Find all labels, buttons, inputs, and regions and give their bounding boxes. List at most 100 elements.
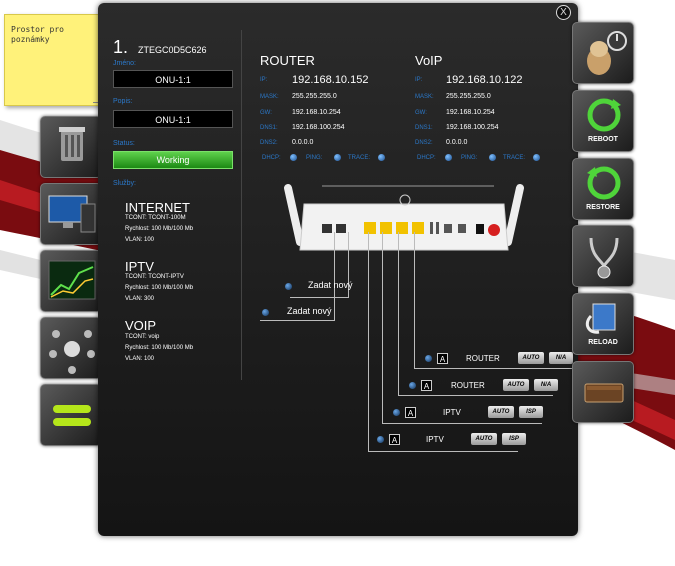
add-new-dot[interactable] bbox=[262, 309, 269, 316]
connection-line bbox=[260, 320, 335, 321]
port-row-dot[interactable] bbox=[409, 382, 416, 389]
port-row-dot[interactable] bbox=[425, 355, 432, 362]
name-field[interactable]: ONU-1:1 bbox=[113, 70, 233, 88]
stethoscope-icon bbox=[589, 237, 619, 279]
add-new-link[interactable]: Zadat nový bbox=[287, 306, 332, 316]
service-line: VLAN: 100 bbox=[125, 356, 155, 362]
power-dog-icon bbox=[587, 31, 627, 75]
port-row-a-box[interactable]: A bbox=[389, 434, 400, 445]
status-label: Status: bbox=[113, 140, 135, 147]
sidebar-left-menu[interactable] bbox=[40, 384, 102, 446]
sticky-note[interactable]: Prostor pro poznámky bbox=[4, 14, 104, 106]
router-ip: 192.168.10.152 bbox=[292, 74, 369, 86]
sidebar-left-trash[interactable] bbox=[40, 116, 102, 178]
connection-line bbox=[334, 232, 335, 320]
services-label: Služby: bbox=[113, 180, 136, 187]
dhcp-chip[interactable]: N/A bbox=[549, 352, 573, 364]
router-ping-button[interactable] bbox=[334, 154, 341, 161]
device-number: 1. bbox=[113, 37, 129, 57]
router-ping-label: PING: bbox=[306, 155, 323, 161]
service-line: Rychlost: 100 Mb/100 Mb bbox=[125, 285, 194, 291]
close-icon[interactable]: X bbox=[556, 5, 571, 20]
voip-mask-label: MASK: bbox=[415, 94, 434, 100]
onu-router-image bbox=[284, 184, 524, 251]
voip-title: VoIP bbox=[415, 53, 443, 68]
router-trace-button[interactable] bbox=[378, 154, 385, 161]
reboot-icon bbox=[587, 98, 621, 132]
port-auto-chip[interactable]: AUTO bbox=[471, 433, 497, 445]
reboot-label: REBOOT bbox=[588, 136, 618, 143]
service-line: TCONT: TCONT-100M bbox=[125, 215, 186, 221]
connection-line bbox=[398, 232, 399, 396]
sidebar-right-power[interactable] bbox=[572, 22, 634, 84]
port-auto-chip[interactable]: AUTO bbox=[488, 406, 514, 418]
sidebar-left-chart[interactable] bbox=[40, 250, 102, 312]
description-label: Popis: bbox=[113, 98, 133, 105]
voip-gw-label: GW: bbox=[415, 110, 427, 116]
router-title: ROUTER bbox=[260, 53, 315, 68]
sidebar-left-computer[interactable] bbox=[40, 183, 102, 245]
router-dhcp-button[interactable] bbox=[290, 154, 297, 161]
add-new-dot[interactable] bbox=[285, 283, 292, 290]
sidebar-right-reboot[interactable]: REBOOT bbox=[572, 90, 634, 152]
port-row-name: IPTV bbox=[426, 435, 444, 444]
add-new-link[interactable]: Zadat nový bbox=[308, 280, 353, 290]
router-gw: 192.168.10.254 bbox=[292, 109, 341, 116]
service-line: VLAN: 100 bbox=[125, 237, 155, 243]
voip-dhcp-button[interactable] bbox=[445, 154, 452, 161]
voip-dns2: 0.0.0.0 bbox=[446, 139, 468, 146]
service-title-voip: VOIP bbox=[125, 318, 157, 333]
port-row-dot[interactable] bbox=[393, 409, 400, 416]
menu-icon bbox=[53, 405, 91, 426]
connection-line bbox=[382, 423, 542, 424]
trash-can-icon bbox=[59, 127, 85, 161]
service-title-internet: INTERNET bbox=[125, 200, 190, 215]
router-dns2: 0.0.0.0 bbox=[292, 139, 314, 146]
dhcp-chip[interactable]: N/A bbox=[534, 379, 558, 391]
port-row-name: ROUTER bbox=[451, 381, 485, 390]
router-ip-label: IP: bbox=[260, 77, 268, 83]
sidebar-right-book[interactable] bbox=[572, 361, 634, 423]
chart-icon bbox=[48, 260, 96, 300]
name-label: Jméno: bbox=[113, 60, 136, 67]
port-auto-chip[interactable]: AUTO bbox=[518, 352, 544, 364]
voip-trace-label: TRACE: bbox=[503, 155, 526, 161]
port-row-a-box[interactable]: A bbox=[437, 353, 448, 364]
sticky-note-text: Prostor pro poznámky bbox=[11, 25, 64, 44]
router-dns2-label: DNS2: bbox=[260, 140, 278, 146]
service-line: Rychlost: 100 Mb/100 Mb bbox=[125, 345, 194, 351]
router-dns1: 192.168.100.254 bbox=[292, 124, 345, 131]
device-serial: ZTEGC0D5C626 bbox=[138, 45, 207, 55]
voip-ip: 192.168.10.122 bbox=[446, 74, 523, 86]
sidebar-right-diagnostics[interactable] bbox=[572, 225, 634, 287]
voip-trace-button[interactable] bbox=[533, 154, 540, 161]
dhcp-chip[interactable]: ISP bbox=[502, 433, 526, 445]
sidebar-left-network[interactable] bbox=[40, 317, 102, 379]
router-trace-label: TRACE: bbox=[348, 155, 371, 161]
port-row-a-box[interactable]: A bbox=[421, 380, 432, 391]
service-line: Rychlost: 100 Mb/100 Mb bbox=[125, 226, 194, 232]
book-icon bbox=[584, 383, 624, 403]
voip-dhcp-label: DHCP: bbox=[417, 155, 436, 161]
service-line: VLAN: 300 bbox=[125, 296, 155, 302]
port-row-dot[interactable] bbox=[377, 436, 384, 443]
network-icon bbox=[49, 330, 95, 374]
restore-icon bbox=[587, 166, 621, 200]
connection-line bbox=[368, 232, 369, 452]
voip-ping-button[interactable] bbox=[489, 154, 496, 161]
sidebar-right-reload[interactable]: RELOAD bbox=[572, 293, 634, 355]
connection-line bbox=[398, 395, 553, 396]
router-mask: 255.255.255.0 bbox=[292, 93, 337, 100]
router-gw-label: GW: bbox=[260, 110, 272, 116]
description-field[interactable]: ONU-1:1 bbox=[113, 110, 233, 128]
port-row-a-box[interactable]: A bbox=[405, 407, 416, 418]
router-mask-label: MASK: bbox=[260, 94, 279, 100]
port-auto-chip[interactable]: AUTO bbox=[503, 379, 529, 391]
router-dns1-label: DNS1: bbox=[260, 125, 278, 131]
computer-icon bbox=[48, 195, 96, 233]
router-dhcp-label: DHCP: bbox=[262, 155, 281, 161]
reload-icon bbox=[585, 303, 616, 334]
dhcp-chip[interactable]: ISP bbox=[519, 406, 543, 418]
status-badge: Working bbox=[113, 151, 233, 169]
sidebar-right-restore[interactable]: RESTORE bbox=[572, 158, 634, 220]
